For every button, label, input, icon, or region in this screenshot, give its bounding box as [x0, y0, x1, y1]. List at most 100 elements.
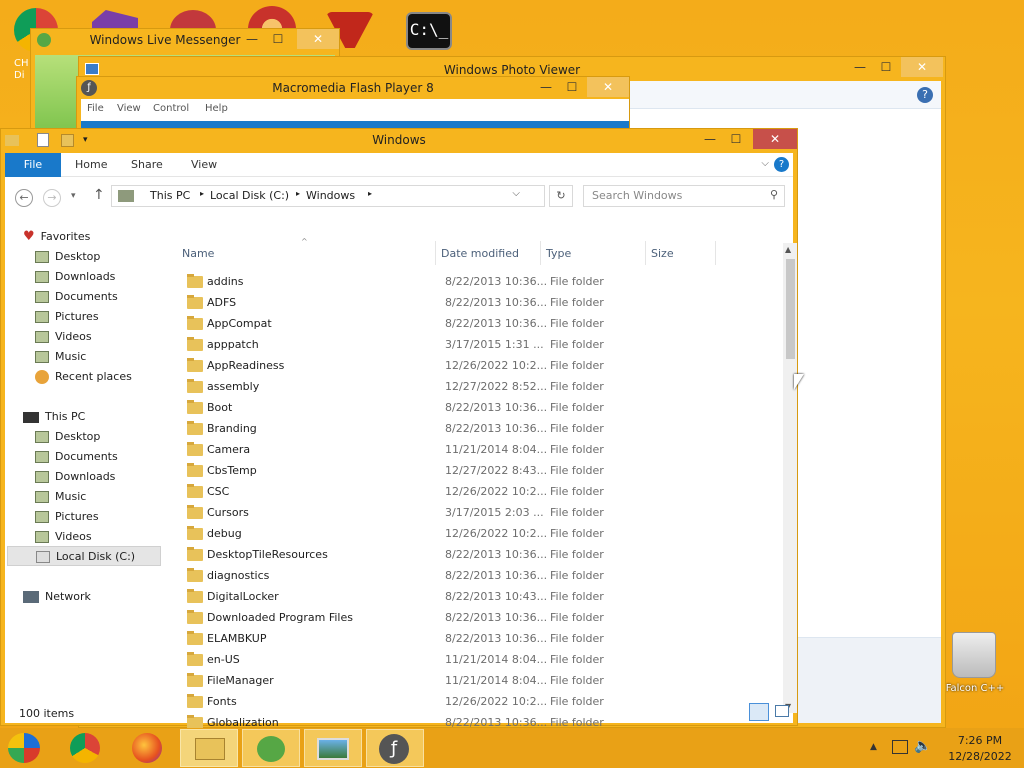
volume-tray-icon[interactable]: 🔈 — [914, 738, 931, 754]
nav-fav-recent[interactable]: Recent places — [35, 367, 132, 387]
vertical-scrollbar[interactable]: ▲ ▼ — [783, 243, 797, 713]
explorer-close-button[interactable]: ✕ — [753, 129, 797, 149]
file-row[interactable]: AppReadiness 12/26/2022 10:2... File folde… — [181, 355, 651, 376]
clock-date[interactable]: 12/28/2022 — [944, 750, 1016, 763]
photo-viewer-maximize-button[interactable]: ☐ — [869, 57, 903, 77]
nav-this-pc[interactable]: This PC — [23, 407, 85, 427]
breadcrumb-local-disk[interactable]: Local Disk (C:) — [210, 189, 289, 202]
nav-pc-videos[interactable]: Videos — [35, 527, 92, 547]
taskbar-messenger[interactable] — [242, 729, 300, 767]
tab-file[interactable]: File — [5, 153, 61, 177]
search-icon[interactable]: ⚲ — [770, 188, 778, 201]
taskbar-firefox[interactable] — [120, 729, 178, 767]
flash-menu-control[interactable]: Control — [153, 103, 189, 114]
search-box[interactable]: Search Windows ⚲ — [583, 185, 785, 207]
nav-fav-downloads[interactable]: Downloads — [35, 267, 115, 287]
column-name[interactable]: Name — [182, 245, 214, 263]
clock-time[interactable]: 7:26 PM — [950, 734, 1010, 747]
file-row[interactable]: CbsTemp 12/27/2022 8:43... File folder — [181, 460, 651, 481]
start-button[interactable] — [0, 729, 52, 767]
breadcrumb-sep-icon[interactable]: ▸ — [200, 189, 204, 198]
flash-close-button[interactable]: ✕ — [587, 77, 629, 97]
nav-fav-documents[interactable]: Documents — [35, 287, 118, 307]
show-hidden-icons-icon[interactable]: ▲ — [870, 742, 877, 752]
nav-fav-videos[interactable]: Videos — [35, 327, 92, 347]
file-row[interactable]: Boot 8/22/2013 10:36... File folder — [181, 397, 651, 418]
recent-locations-icon[interactable]: ▾ — [71, 191, 76, 201]
recycle-bin-icon[interactable] — [952, 632, 996, 678]
nav-pc-documents[interactable]: Documents — [35, 447, 118, 467]
column-size[interactable]: Size — [651, 245, 674, 263]
file-row[interactable]: addins 8/22/2013 10:36... File folder — [181, 271, 651, 292]
breadcrumb-windows[interactable]: Windows — [306, 189, 355, 202]
tab-home[interactable]: Home — [75, 153, 107, 177]
photo-viewer-help-icon[interactable]: ? — [917, 87, 933, 103]
scroll-thumb[interactable] — [786, 259, 795, 359]
file-row[interactable]: apppatch 3/17/2015 1:31 ... File folder — [181, 334, 651, 355]
messenger-maximize-button[interactable]: ☐ — [261, 29, 295, 49]
file-row[interactable]: Downloaded Program Files 8/22/2013 10:36.… — [181, 607, 651, 628]
scroll-up-icon[interactable]: ▲ — [785, 245, 791, 254]
flash-menu-help[interactable]: Help — [205, 103, 228, 114]
file-row[interactable]: AppCompat 8/22/2013 10:36... File folder — [181, 313, 651, 334]
up-button[interactable]: ↑ — [93, 187, 105, 203]
taskbar-chrome[interactable] — [58, 729, 116, 767]
file-row[interactable]: Fonts 12/26/2022 10:2... File folder — [181, 691, 651, 712]
details-view-icon[interactable] — [749, 703, 769, 721]
expand-ribbon-icon[interactable]: ⌵ — [761, 158, 769, 169]
file-row[interactable]: CSC 12/26/2022 10:2... File folder — [181, 481, 651, 502]
file-row[interactable]: FileManager 11/21/2014 8:04... File folder — [181, 670, 651, 691]
file-row[interactable]: en-US 11/21/2014 8:04... File folder — [181, 649, 651, 670]
nav-pc-desktop[interactable]: Desktop — [35, 427, 100, 447]
file-row[interactable]: Camera 11/21/2014 8:04... File folder — [181, 439, 651, 460]
file-type: File folder — [550, 653, 604, 666]
nav-pc-downloads[interactable]: Downloads — [35, 467, 115, 487]
breadcrumb-sep-icon[interactable]: ▸ — [296, 189, 300, 198]
file-row[interactable]: ADFS 8/22/2013 10:36... File folder — [181, 292, 651, 313]
flash-menu-file[interactable]: File — [87, 103, 104, 114]
column-type[interactable]: Type — [546, 245, 571, 263]
network-tray-icon[interactable] — [892, 740, 908, 754]
large-icons-view-icon[interactable] — [775, 705, 789, 717]
column-divider — [540, 241, 541, 265]
explorer-maximize-button[interactable]: ☐ — [719, 129, 753, 149]
messenger-close-button[interactable]: ✕ — [297, 29, 339, 49]
nav-pc-pictures[interactable]: Pictures — [35, 507, 99, 527]
flash-window[interactable]: Macromedia Flash Player 8 ƒ — ☐ ✕ File V… — [76, 76, 630, 132]
nav-fav-music[interactable]: Music — [35, 347, 86, 367]
flash-maximize-button[interactable]: ☐ — [555, 77, 589, 97]
explorer-window[interactable]: ▾ Windows — ☐ ✕ File Home Share View ⌵ ?… — [0, 128, 798, 729]
address-bar[interactable]: This PC ▸ Local Disk (C:) ▸ Windows ▸ ⌵ — [111, 185, 545, 207]
file-row[interactable]: Branding 8/22/2013 10:36... File folder — [181, 418, 651, 439]
file-row[interactable]: debug 12/26/2022 10:2... File folder — [181, 523, 651, 544]
refresh-button[interactable]: ↻ — [549, 185, 573, 207]
address-dropdown-icon[interactable]: ⌵ — [512, 188, 520, 199]
taskbar-flash[interactable]: ƒ — [366, 729, 424, 767]
nav-fav-desktop[interactable]: Desktop — [35, 247, 100, 267]
cmd-icon[interactable]: C:\_ — [406, 12, 452, 50]
forward-button[interactable]: → — [43, 189, 61, 207]
nav-pc-music[interactable]: Music — [35, 487, 86, 507]
file-row[interactable]: Cursors 3/17/2015 2:03 ... File folder — [181, 502, 651, 523]
breadcrumb-this-pc[interactable]: This PC — [150, 189, 190, 202]
tab-view[interactable]: View — [191, 153, 217, 177]
file-row[interactable]: diagnostics 8/22/2013 10:36... File folder — [181, 565, 651, 586]
photo-viewer-close-button[interactable]: ✕ — [901, 57, 943, 77]
nav-favorites[interactable]: ♥ Favorites — [23, 227, 90, 247]
column-date-modified[interactable]: Date modified — [441, 245, 519, 263]
tab-share[interactable]: Share — [131, 153, 163, 177]
file-row[interactable]: ELAMBKUP 8/22/2013 10:36... File folder — [181, 628, 651, 649]
file-row[interactable]: DesktopTileResources 8/22/2013 10:36... Fi… — [181, 544, 651, 565]
help-icon[interactable]: ? — [774, 157, 789, 172]
back-button[interactable]: ← — [15, 189, 33, 207]
nav-network[interactable]: Network — [23, 587, 91, 607]
nav-fav-pictures[interactable]: Pictures — [35, 307, 99, 327]
file-row[interactable]: DigitalLocker 8/22/2013 10:43... File fold… — [181, 586, 651, 607]
taskbar-photo-viewer[interactable] — [304, 729, 362, 767]
file-date: 11/21/2014 8:04... — [445, 674, 548, 687]
taskbar-explorer[interactable] — [180, 729, 238, 767]
file-row[interactable]: assembly 12/27/2022 8:52... File folder — [181, 376, 651, 397]
breadcrumb-sep-icon[interactable]: ▸ — [368, 189, 372, 198]
flash-menu-view[interactable]: View — [117, 103, 141, 114]
nav-pc-local-disk[interactable]: Local Disk (C:) — [7, 546, 161, 566]
